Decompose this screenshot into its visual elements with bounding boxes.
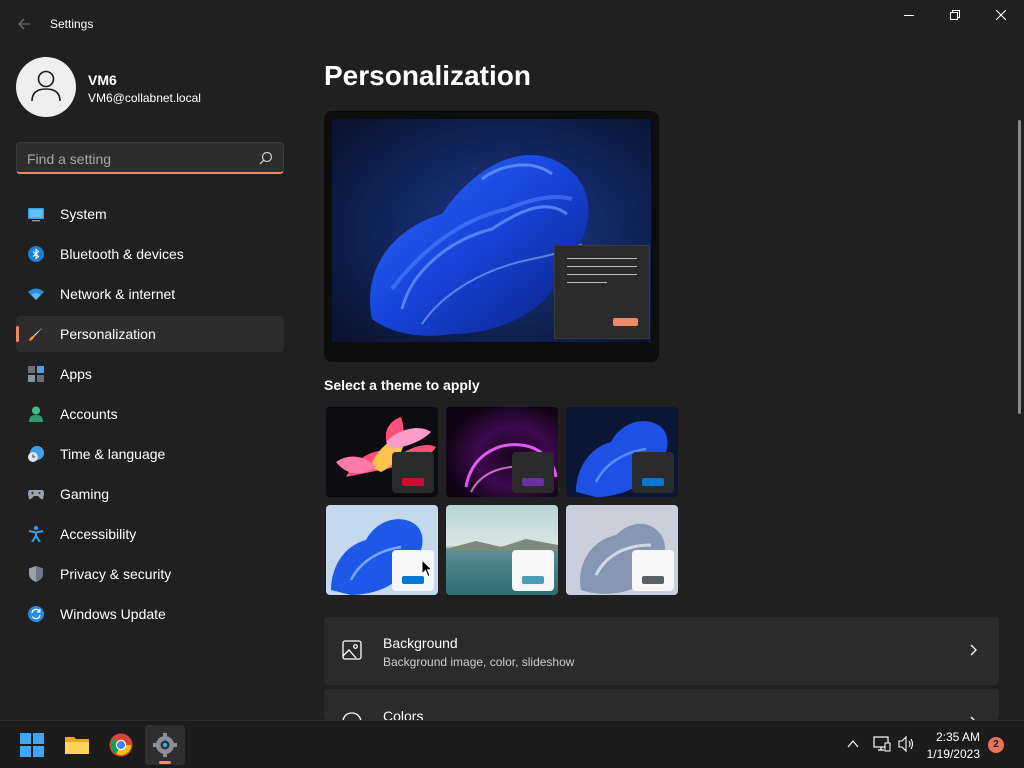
- restore-icon: [950, 10, 960, 20]
- accent-swatch: [642, 478, 664, 486]
- theme-swatch-box: [632, 452, 674, 493]
- sidebar-item-accessibility[interactable]: Accessibility: [16, 516, 284, 552]
- theme-light-bloom[interactable]: [326, 505, 438, 595]
- user-email: VM6@collabnet.local: [88, 91, 201, 105]
- wifi-icon: [28, 288, 44, 300]
- theme-swatch-box: [512, 452, 554, 493]
- avatar[interactable]: [16, 57, 76, 117]
- app-title: Settings: [50, 17, 94, 31]
- start-icon: [20, 733, 44, 757]
- theme-captured-motion[interactable]: [446, 505, 558, 595]
- scrollbar[interactable]: [1018, 120, 1021, 414]
- settings-button[interactable]: [145, 725, 185, 765]
- card-title: Background: [383, 635, 458, 651]
- bluetooth-icon: [28, 246, 44, 262]
- notification-badge[interactable]: 2: [988, 737, 1004, 753]
- theme-swatch-box: [512, 550, 554, 591]
- chevron-right-icon: [970, 644, 977, 656]
- sidebar-item-apps[interactable]: Apps: [16, 356, 284, 392]
- chrome-icon: [109, 733, 133, 757]
- sidebar-item-gaming[interactable]: Gaming: [16, 476, 284, 512]
- sidebar-item-label: Gaming: [60, 486, 110, 502]
- file-explorer-button[interactable]: [57, 725, 97, 765]
- colors-card[interactable]: Colors: [324, 689, 999, 720]
- accessibility-icon: [28, 526, 44, 542]
- search-box[interactable]: [16, 142, 284, 174]
- arrow-left-icon: [18, 18, 30, 30]
- sidebar-item-label: Windows Update: [60, 606, 166, 622]
- accent-swatch: [402, 478, 424, 486]
- network-icon[interactable]: [873, 735, 891, 753]
- back-button[interactable]: [12, 12, 36, 36]
- theme-flow[interactable]: [566, 505, 678, 595]
- apps-icon: [28, 366, 44, 382]
- taskbar: 2:35 AM 1/19/2023 2: [0, 720, 1024, 768]
- theme-dark-bloom[interactable]: [566, 407, 678, 497]
- user-name: VM6: [88, 72, 117, 88]
- search-input[interactable]: [27, 150, 247, 168]
- background-card[interactable]: Background Background image, color, slid…: [324, 617, 999, 685]
- paintbrush-icon: [29, 327, 43, 341]
- sidebar-item-label: Bluetooth & devices: [60, 246, 184, 262]
- gamepad-icon: [28, 490, 44, 500]
- display-icon: [28, 208, 44, 222]
- sidebar-item-label: System: [60, 206, 107, 222]
- globe-clock-icon: [28, 446, 44, 462]
- sidebar-item-label: Personalization: [60, 326, 156, 342]
- file-explorer-icon: [65, 737, 89, 754]
- sidebar-item-label: Apps: [60, 366, 92, 382]
- sidebar-item-system[interactable]: System: [16, 196, 284, 232]
- chrome-button[interactable]: [101, 725, 141, 765]
- card-subtitle: Background image, color, slideshow: [383, 655, 575, 669]
- theme-swatch-box: [392, 452, 434, 493]
- shield-icon: [29, 566, 43, 582]
- sidebar-item-label: Accessibility: [60, 526, 137, 542]
- page-title: Personalization: [324, 60, 531, 91]
- mouse-cursor-icon: [421, 559, 433, 578]
- sidebar-nav: System Bluetooth & devices Network & int…: [16, 196, 284, 636]
- person-icon: [31, 70, 61, 102]
- accent-swatch: [522, 576, 544, 584]
- palette-icon: [342, 712, 362, 720]
- theme-swatch-box: [632, 550, 674, 591]
- sidebar-item-label: Privacy & security: [60, 566, 172, 582]
- search-icon[interactable]: [259, 151, 273, 165]
- clock-time[interactable]: 2:35 AM: [920, 730, 980, 744]
- sidebar-item-label: Network & internet: [60, 286, 176, 302]
- sidebar-item-windows-update[interactable]: Windows Update: [16, 596, 284, 632]
- chevron-up-icon[interactable]: [847, 739, 859, 749]
- clock-date[interactable]: 1/19/2023: [920, 747, 980, 761]
- sidebar-item-personalization[interactable]: Personalization: [16, 316, 284, 352]
- preview-wallpaper: [332, 119, 651, 342]
- theme-heading: Select a theme to apply: [324, 377, 480, 393]
- card-title: Colors: [383, 708, 424, 720]
- settings-icon: [153, 733, 177, 757]
- sidebar-item-time-language[interactable]: Time & language: [16, 436, 284, 472]
- sidebar-item-label: Time & language: [60, 446, 166, 462]
- sidebar-item-accounts[interactable]: Accounts: [16, 396, 284, 432]
- sidebar-item-bluetooth[interactable]: Bluetooth & devices: [16, 236, 284, 272]
- sidebar-item-network[interactable]: Network & internet: [16, 276, 284, 312]
- theme-glow-flower[interactable]: [326, 407, 438, 497]
- restore-button[interactable]: [932, 0, 978, 32]
- accent-swatch: [522, 478, 544, 486]
- start-button[interactable]: [12, 725, 52, 765]
- update-icon: [28, 606, 44, 622]
- volume-icon[interactable]: [898, 735, 916, 753]
- sidebar-item-label: Accounts: [60, 406, 118, 422]
- theme-grid: [326, 407, 678, 595]
- minimize-button[interactable]: [886, 0, 932, 32]
- accent-color-preview: [613, 318, 638, 326]
- image-icon: [342, 640, 362, 660]
- close-button[interactable]: [978, 0, 1024, 32]
- person-icon: [29, 406, 43, 422]
- accent-swatch: [642, 576, 664, 584]
- theme-purple-sunrise[interactable]: [446, 407, 558, 497]
- close-icon: [996, 10, 1006, 20]
- preview-window: [554, 245, 650, 339]
- theme-preview: [324, 111, 659, 362]
- minimize-icon: [904, 15, 914, 16]
- title-bar: Settings: [0, 0, 1024, 48]
- sidebar-item-privacy-security[interactable]: Privacy & security: [16, 556, 284, 592]
